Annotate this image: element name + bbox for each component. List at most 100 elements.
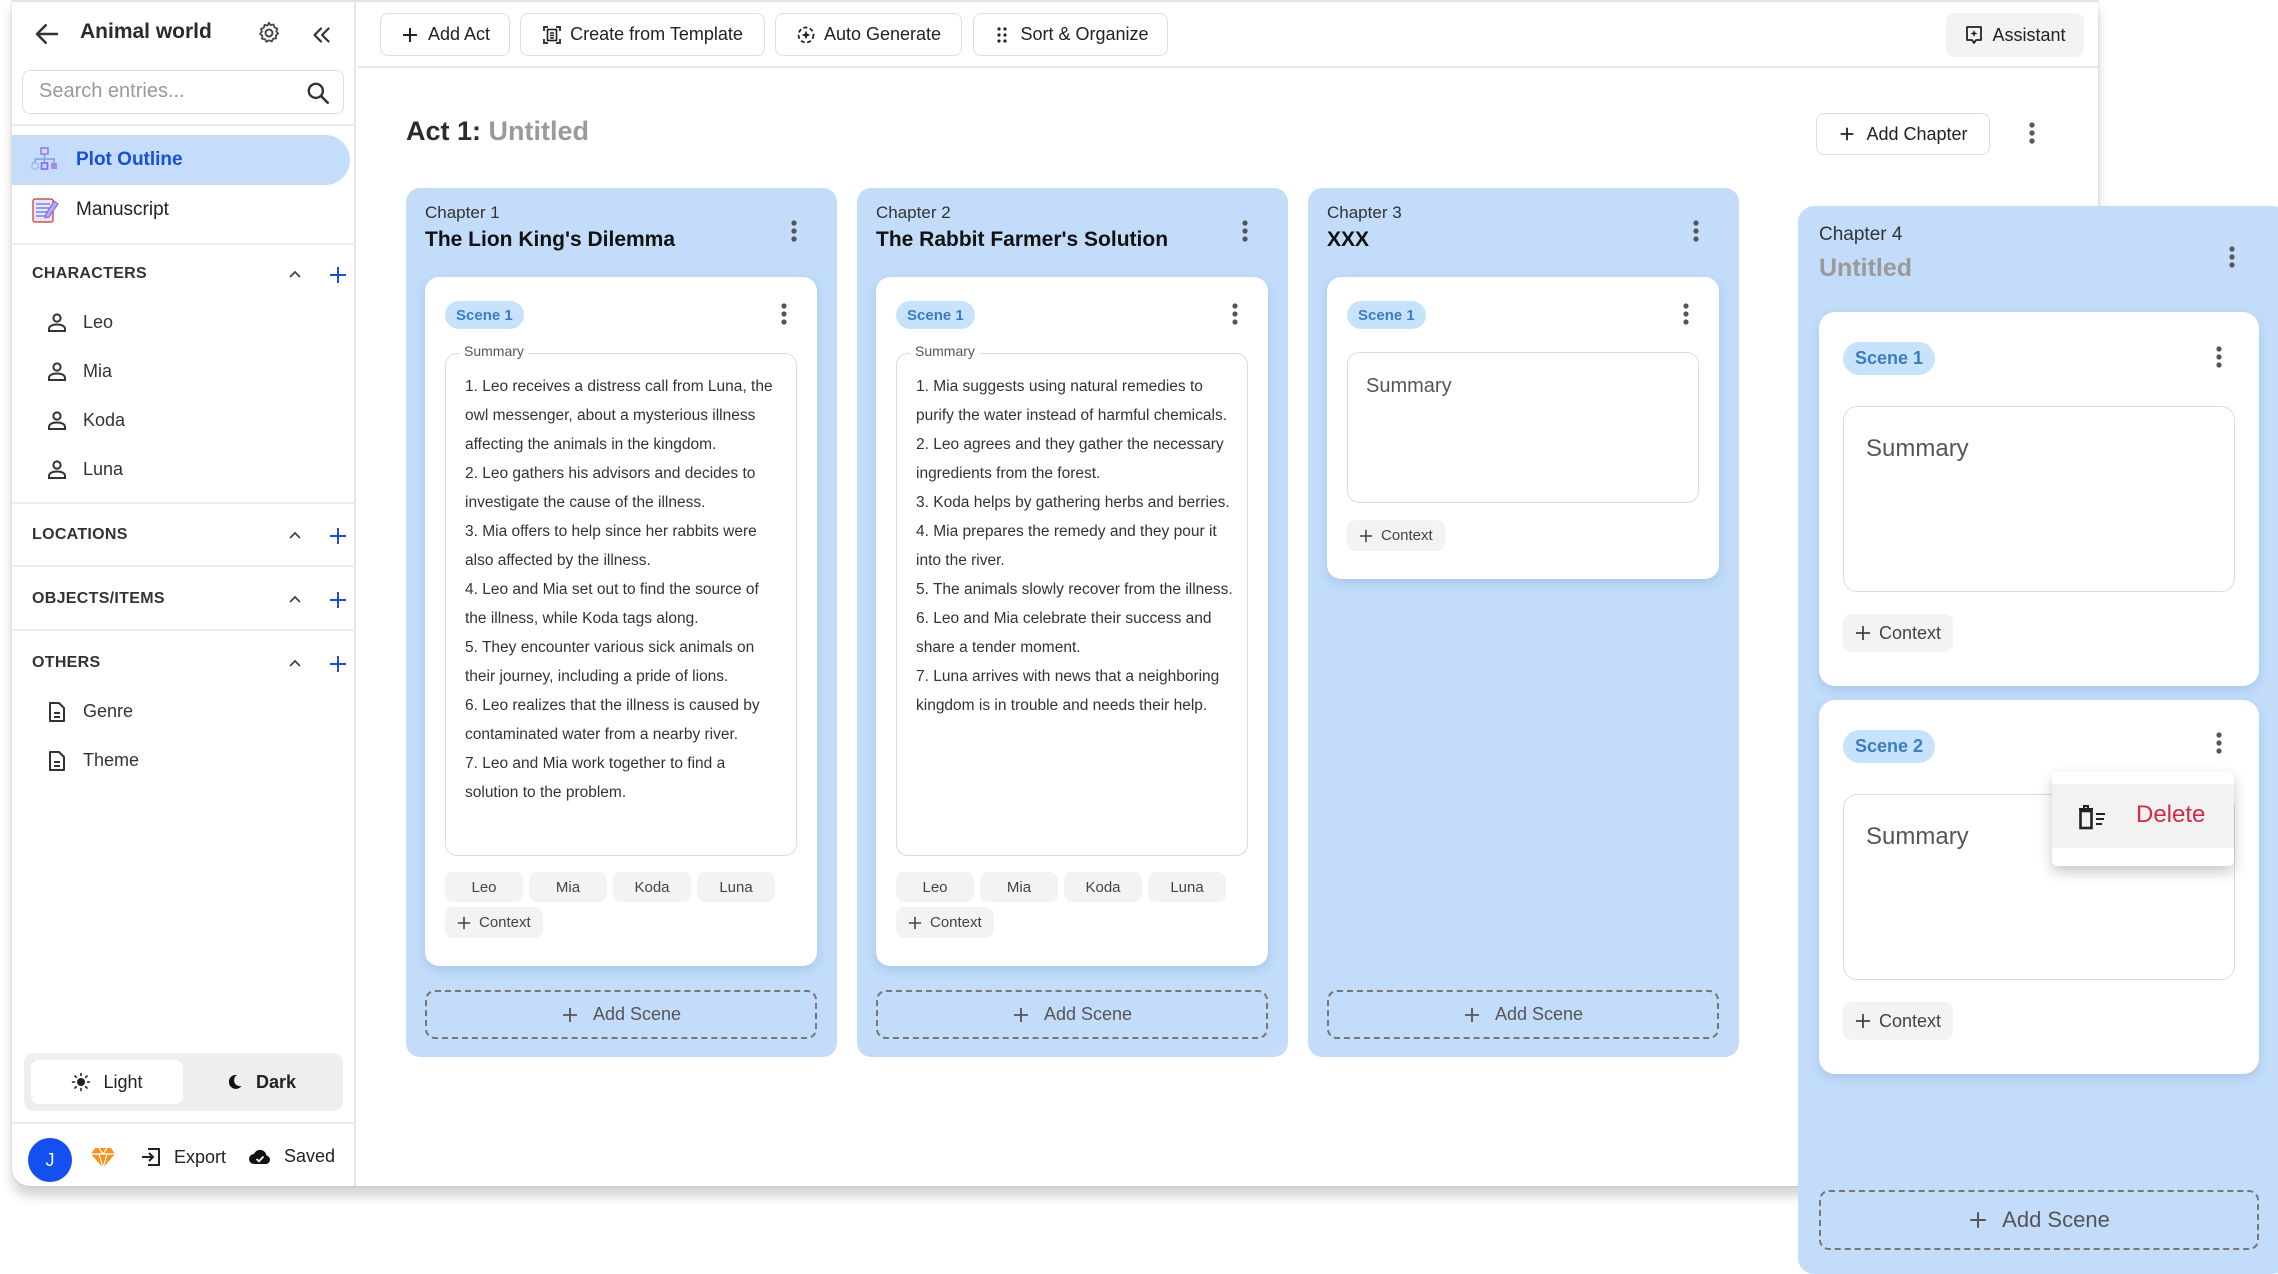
summary-field[interactable]: Summary <box>1843 406 2235 592</box>
menu-item-delete[interactable]: Delete <box>2052 784 2234 848</box>
scene-more-options-icon[interactable] <box>2209 342 2229 372</box>
chapter-title[interactable]: The Lion King's Dilemma <box>425 228 675 252</box>
section-header-objects: OBJECTS/ITEMS <box>32 585 346 615</box>
character-tag[interactable]: Luna <box>1148 872 1226 902</box>
nav-item-manuscript[interactable]: Manuscript <box>12 185 350 235</box>
character-tag[interactable]: Mia <box>529 872 607 902</box>
add-act-button[interactable]: Add Act <box>380 13 510 56</box>
premium-gem-icon[interactable] <box>90 1146 116 1170</box>
search-icon[interactable] <box>305 80 331 106</box>
template-icon <box>542 25 562 45</box>
document-icon <box>46 701 68 723</box>
other-entry[interactable]: Genre <box>32 693 332 729</box>
assistant-icon <box>1964 25 1984 45</box>
export-button[interactable]: Export <box>140 1146 226 1168</box>
plus-icon <box>457 916 471 930</box>
scene-badge[interactable]: Scene 2 <box>1843 730 1936 763</box>
scene-badge[interactable]: Scene 1 <box>896 301 975 329</box>
chapter-title[interactable]: The Rabbit Farmer's Solution <box>876 228 1168 252</box>
nav-item-plot-outline[interactable]: Plot Outline <box>12 135 350 185</box>
avatar[interactable]: J <box>28 1138 72 1182</box>
sidebar: Animal world Plot Outline Man <box>12 2 356 1186</box>
scene-card: Scene 2 Summary Context <box>1819 700 2259 1074</box>
save-status: Saved <box>248 1146 335 1167</box>
search-input[interactable] <box>39 80 289 103</box>
entry-label: Genre <box>83 701 134 721</box>
summary-field[interactable]: Summary <box>1347 352 1699 503</box>
chapter-title[interactable]: XXX <box>1327 228 1369 252</box>
chapter-more-options-icon[interactable] <box>1686 216 1706 246</box>
add-context-button[interactable]: Context <box>1347 520 1445 551</box>
chapter-more-options-icon[interactable] <box>2222 242 2242 272</box>
divider <box>12 502 356 504</box>
gear-icon[interactable] <box>256 20 284 48</box>
chevron-up-icon[interactable] <box>286 655 304 673</box>
chevron-up-icon[interactable] <box>286 266 304 284</box>
scene-badge[interactable]: Scene 1 <box>1347 301 1426 329</box>
add-location-icon[interactable] <box>328 526 348 546</box>
chapter-more-options-icon[interactable] <box>1235 216 1255 246</box>
summary-text[interactable]: 1. Leo receives a distress call from Lun… <box>465 372 782 807</box>
chapter-column-dragging[interactable]: Chapter 4 Untitled Scene 1 Summary Conte… <box>1798 206 2278 1274</box>
character-entry[interactable]: Leo <box>32 304 332 340</box>
section-label: OBJECTS/ITEMS <box>32 590 165 607</box>
assistant-button[interactable]: Assistant <box>1946 13 2084 57</box>
chevron-up-icon[interactable] <box>286 527 304 545</box>
add-chapter-button[interactable]: Add Chapter <box>1816 113 1990 155</box>
add-context-button[interactable]: Context <box>896 907 994 938</box>
plus-icon <box>561 1006 579 1024</box>
summary-text[interactable]: 1. Mia suggests using natural remedies t… <box>916 372 1233 720</box>
add-context-button[interactable]: Context <box>445 907 543 938</box>
other-entry[interactable]: Theme <box>32 742 332 778</box>
chapter-number: Chapter 4 <box>1819 224 1903 245</box>
add-scene-button[interactable]: Add Scene <box>425 990 817 1039</box>
add-scene-button[interactable]: Add Scene <box>1819 1190 2259 1250</box>
scene-badge[interactable]: Scene 1 <box>1843 342 1936 375</box>
divider <box>12 565 356 567</box>
dark-theme-button[interactable]: Dark <box>184 1060 336 1104</box>
scene-card: Scene 1 Summary Context <box>1819 312 2259 686</box>
add-character-icon[interactable] <box>328 265 348 285</box>
add-context-button[interactable]: Context <box>1843 1002 1954 1040</box>
character-entry[interactable]: Mia <box>32 353 332 389</box>
chevron-up-icon[interactable] <box>286 591 304 609</box>
summary-field[interactable]: Summary 1. Leo receives a distress call … <box>445 343 797 856</box>
scene-more-options-icon[interactable] <box>1676 299 1696 329</box>
scene-more-options-icon[interactable] <box>774 299 794 329</box>
act-title[interactable]: Act 1: Untitled <box>406 116 589 147</box>
scene-more-options-icon[interactable] <box>1225 299 1245 329</box>
character-tag[interactable]: Leo <box>896 872 974 902</box>
sun-icon <box>71 1072 91 1092</box>
light-theme-button[interactable]: Light <box>31 1060 183 1104</box>
character-tag[interactable]: Luna <box>697 872 775 902</box>
character-entry[interactable]: Koda <box>32 402 332 438</box>
auto-generate-button[interactable]: Auto Generate <box>775 13 962 56</box>
add-scene-button[interactable]: Add Scene <box>1327 990 1719 1039</box>
search-field[interactable] <box>22 70 344 114</box>
add-other-icon[interactable] <box>328 654 348 674</box>
save-status-label: Saved <box>284 1146 336 1166</box>
character-entry[interactable]: Luna <box>32 451 332 487</box>
add-scene-button[interactable]: Add Scene <box>876 990 1268 1039</box>
add-context-button[interactable]: Context <box>1843 614 1954 652</box>
add-object-icon[interactable] <box>328 590 348 610</box>
act-more-options-icon[interactable] <box>2020 118 2044 148</box>
plus-icon <box>1012 1006 1030 1024</box>
scene-more-options-icon[interactable] <box>2209 728 2229 758</box>
collapse-sidebar-icon[interactable] <box>308 22 334 48</box>
person-icon <box>46 459 68 481</box>
create-from-template-button[interactable]: Create from Template <box>520 13 765 56</box>
character-tag[interactable]: Koda <box>1064 872 1142 902</box>
auto-generate-label: Auto Generate <box>823 24 942 44</box>
scene-badge[interactable]: Scene 1 <box>445 301 524 329</box>
summary-field[interactable]: Summary 1. Mia suggests using natural re… <box>896 343 1248 856</box>
character-tag[interactable]: Koda <box>613 872 691 902</box>
sort-organize-button[interactable]: Sort & Organize <box>973 13 1168 56</box>
chapter-title[interactable]: Untitled <box>1819 254 1912 283</box>
character-tag[interactable]: Leo <box>445 872 523 902</box>
chapter-more-options-icon[interactable] <box>784 216 804 246</box>
entry-label: Koda <box>83 410 126 430</box>
character-tag[interactable]: Mia <box>980 872 1058 902</box>
back-arrow-icon[interactable] <box>32 19 62 49</box>
chapter-column: Chapter 1 The Lion King's Dilemma Scene … <box>406 188 837 1057</box>
